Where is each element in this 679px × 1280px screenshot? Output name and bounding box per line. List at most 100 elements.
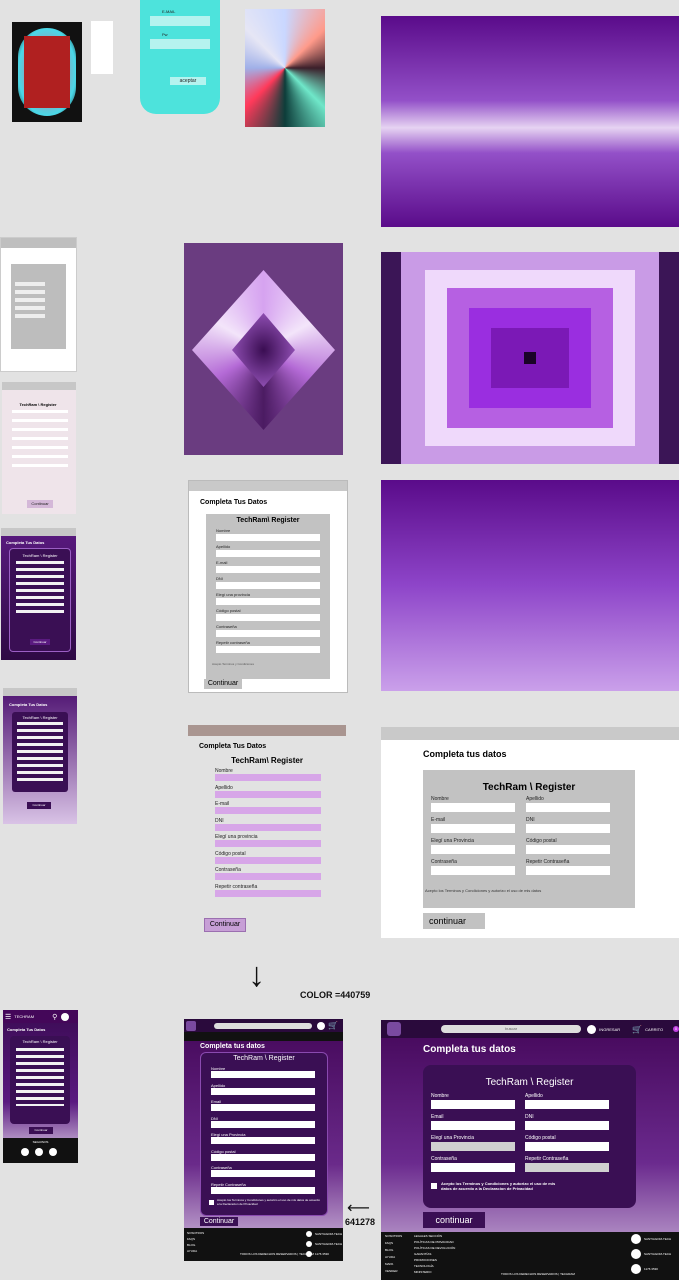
field-input[interactable]: [215, 807, 321, 814]
field-input[interactable]: [431, 1163, 515, 1172]
field-input[interactable]: [431, 1100, 515, 1109]
field-input[interactable]: [211, 1071, 315, 1078]
field-input[interactable]: [215, 823, 321, 831]
field-input[interactable]: [431, 1121, 515, 1130]
terms-checkbox[interactable]: [431, 1183, 437, 1189]
instagram-icon[interactable]: [306, 1231, 312, 1237]
continue-button[interactable]: continuar: [423, 913, 485, 929]
cart-icon[interactable]: 🛒: [328, 1021, 338, 1030]
instagram-icon[interactable]: [49, 1148, 57, 1156]
field-input[interactable]: [216, 566, 320, 573]
footer-link[interactable]: BLOG: [187, 1243, 195, 1247]
whatsapp-icon[interactable]: [306, 1251, 312, 1257]
field-input[interactable]: [525, 1100, 609, 1109]
field-input[interactable]: [215, 856, 321, 864]
continue-button[interactable]: continuar: [423, 1212, 485, 1228]
footer-link[interactable]: MAPA: [385, 1262, 393, 1266]
field-input[interactable]: [216, 614, 320, 621]
footer-link[interactable]: MINISTERIO: [414, 1270, 432, 1274]
footer-link[interactable]: AYUDA: [187, 1249, 197, 1253]
user-icon[interactable]: [61, 1012, 70, 1021]
field-input[interactable]: [431, 845, 515, 854]
field-input[interactable]: [525, 1142, 609, 1151]
continue-button[interactable]: Continuar: [200, 1217, 238, 1226]
field-input[interactable]: [216, 630, 320, 637]
continue-button[interactable]: Continuar: [30, 639, 50, 645]
social-handle[interactable]: SANTIAGOM-TECH: [315, 1242, 342, 1246]
field-input[interactable]: [211, 1104, 315, 1111]
field-input[interactable]: [215, 840, 321, 847]
field-input[interactable]: [216, 534, 320, 541]
user-icon[interactable]: [587, 1024, 597, 1034]
social-handle[interactable]: SANTIAGOM-TECH: [644, 1237, 671, 1241]
footer-link[interactable]: POLÍTICAS DE DEVOLUCIÓN: [414, 1246, 455, 1250]
field-input[interactable]: [526, 866, 610, 875]
footer-link[interactable]: LEGALES SECCIÓN: [414, 1234, 442, 1238]
field-input[interactable]: [211, 1087, 315, 1095]
field-input[interactable]: [215, 790, 321, 798]
field-input[interactable]: [215, 774, 321, 781]
field-input[interactable]: [431, 824, 515, 833]
facebook-icon[interactable]: [631, 1249, 641, 1259]
continue-button[interactable]: Continuar: [27, 802, 51, 809]
accept-button[interactable]: aceptar: [170, 77, 206, 85]
footer-link[interactable]: FAQS: [187, 1237, 195, 1241]
facebook-icon[interactable]: [306, 1241, 312, 1247]
field-label: Email: [431, 1114, 444, 1120]
user-icon[interactable]: [317, 1021, 325, 1030]
field-input[interactable]: [211, 1120, 315, 1128]
email-field[interactable]: [150, 16, 210, 26]
facebook-icon[interactable]: [35, 1148, 43, 1156]
footer-link[interactable]: POLÍTICAS DE PRIVACIDAD: [414, 1240, 454, 1244]
social-handle[interactable]: 1176 3530: [315, 1252, 329, 1256]
cart-icon[interactable]: 🛒: [632, 1025, 642, 1034]
terms-checkbox[interactable]: [209, 1200, 214, 1205]
social-handle[interactable]: SANTIAGOM-TECH: [644, 1252, 671, 1256]
field-input[interactable]: [431, 866, 515, 875]
footer-link[interactable]: VENDER: [385, 1269, 398, 1273]
menu-icon[interactable]: ☰: [5, 1013, 11, 1021]
continue-button[interactable]: Continuar: [27, 500, 53, 508]
footer-link[interactable]: PROMOCIONES: [414, 1258, 437, 1262]
continue-button[interactable]: Continuar: [204, 918, 246, 932]
field-input[interactable]: [216, 550, 320, 557]
footer-link[interactable]: BLOG: [385, 1248, 393, 1252]
footer-link[interactable]: AYUDA: [385, 1255, 395, 1259]
field-input[interactable]: [215, 873, 321, 880]
field-input[interactable]: [211, 1153, 315, 1161]
field-input[interactable]: [215, 889, 321, 897]
search-input[interactable]: [214, 1022, 312, 1029]
instagram-icon[interactable]: [631, 1234, 641, 1244]
search-icon[interactable]: ⚲: [52, 1013, 57, 1021]
field-input[interactable]: [216, 646, 320, 653]
social-handle[interactable]: 1176 3530: [644, 1267, 658, 1271]
field-input[interactable]: [211, 1170, 315, 1177]
field-input[interactable]: [431, 1142, 515, 1151]
field-label: Repetir Contraseña: [525, 1156, 569, 1162]
footer-link[interactable]: FAQS: [385, 1241, 393, 1245]
whatsapp-icon[interactable]: [21, 1148, 29, 1156]
field-input[interactable]: [526, 845, 610, 854]
desktop-final: buscar INGRESAR 🛒 CARRITO 0 Completa tus…: [381, 1020, 679, 1280]
field-input[interactable]: [526, 824, 610, 833]
footer-link[interactable]: NOSOTROS: [187, 1231, 204, 1235]
field-input[interactable]: [526, 803, 610, 812]
field-input[interactable]: [211, 1137, 315, 1144]
login-label[interactable]: INGRESAR: [599, 1027, 620, 1032]
cart-label[interactable]: CARRITO: [645, 1027, 663, 1032]
social-handle[interactable]: SANTIAGOM-TECH: [315, 1232, 342, 1236]
footer-link[interactable]: GARANTÍAS: [414, 1252, 431, 1256]
continue-button[interactable]: Continuar: [29, 1127, 53, 1134]
footer-link[interactable]: TECNOLOGÍA: [414, 1264, 434, 1268]
field-input[interactable]: [431, 803, 515, 812]
field-input[interactable]: [525, 1163, 609, 1172]
field-input[interactable]: [216, 598, 320, 605]
search-input[interactable]: buscar: [440, 1025, 582, 1033]
field-input[interactable]: [216, 582, 320, 589]
whatsapp-icon[interactable]: [631, 1264, 641, 1274]
password-field[interactable]: [150, 39, 210, 49]
field-input[interactable]: [525, 1121, 609, 1130]
footer-link[interactable]: NOSOTROS: [385, 1234, 402, 1238]
continue-button[interactable]: Continuar: [204, 679, 242, 689]
field-input[interactable]: [211, 1186, 315, 1194]
